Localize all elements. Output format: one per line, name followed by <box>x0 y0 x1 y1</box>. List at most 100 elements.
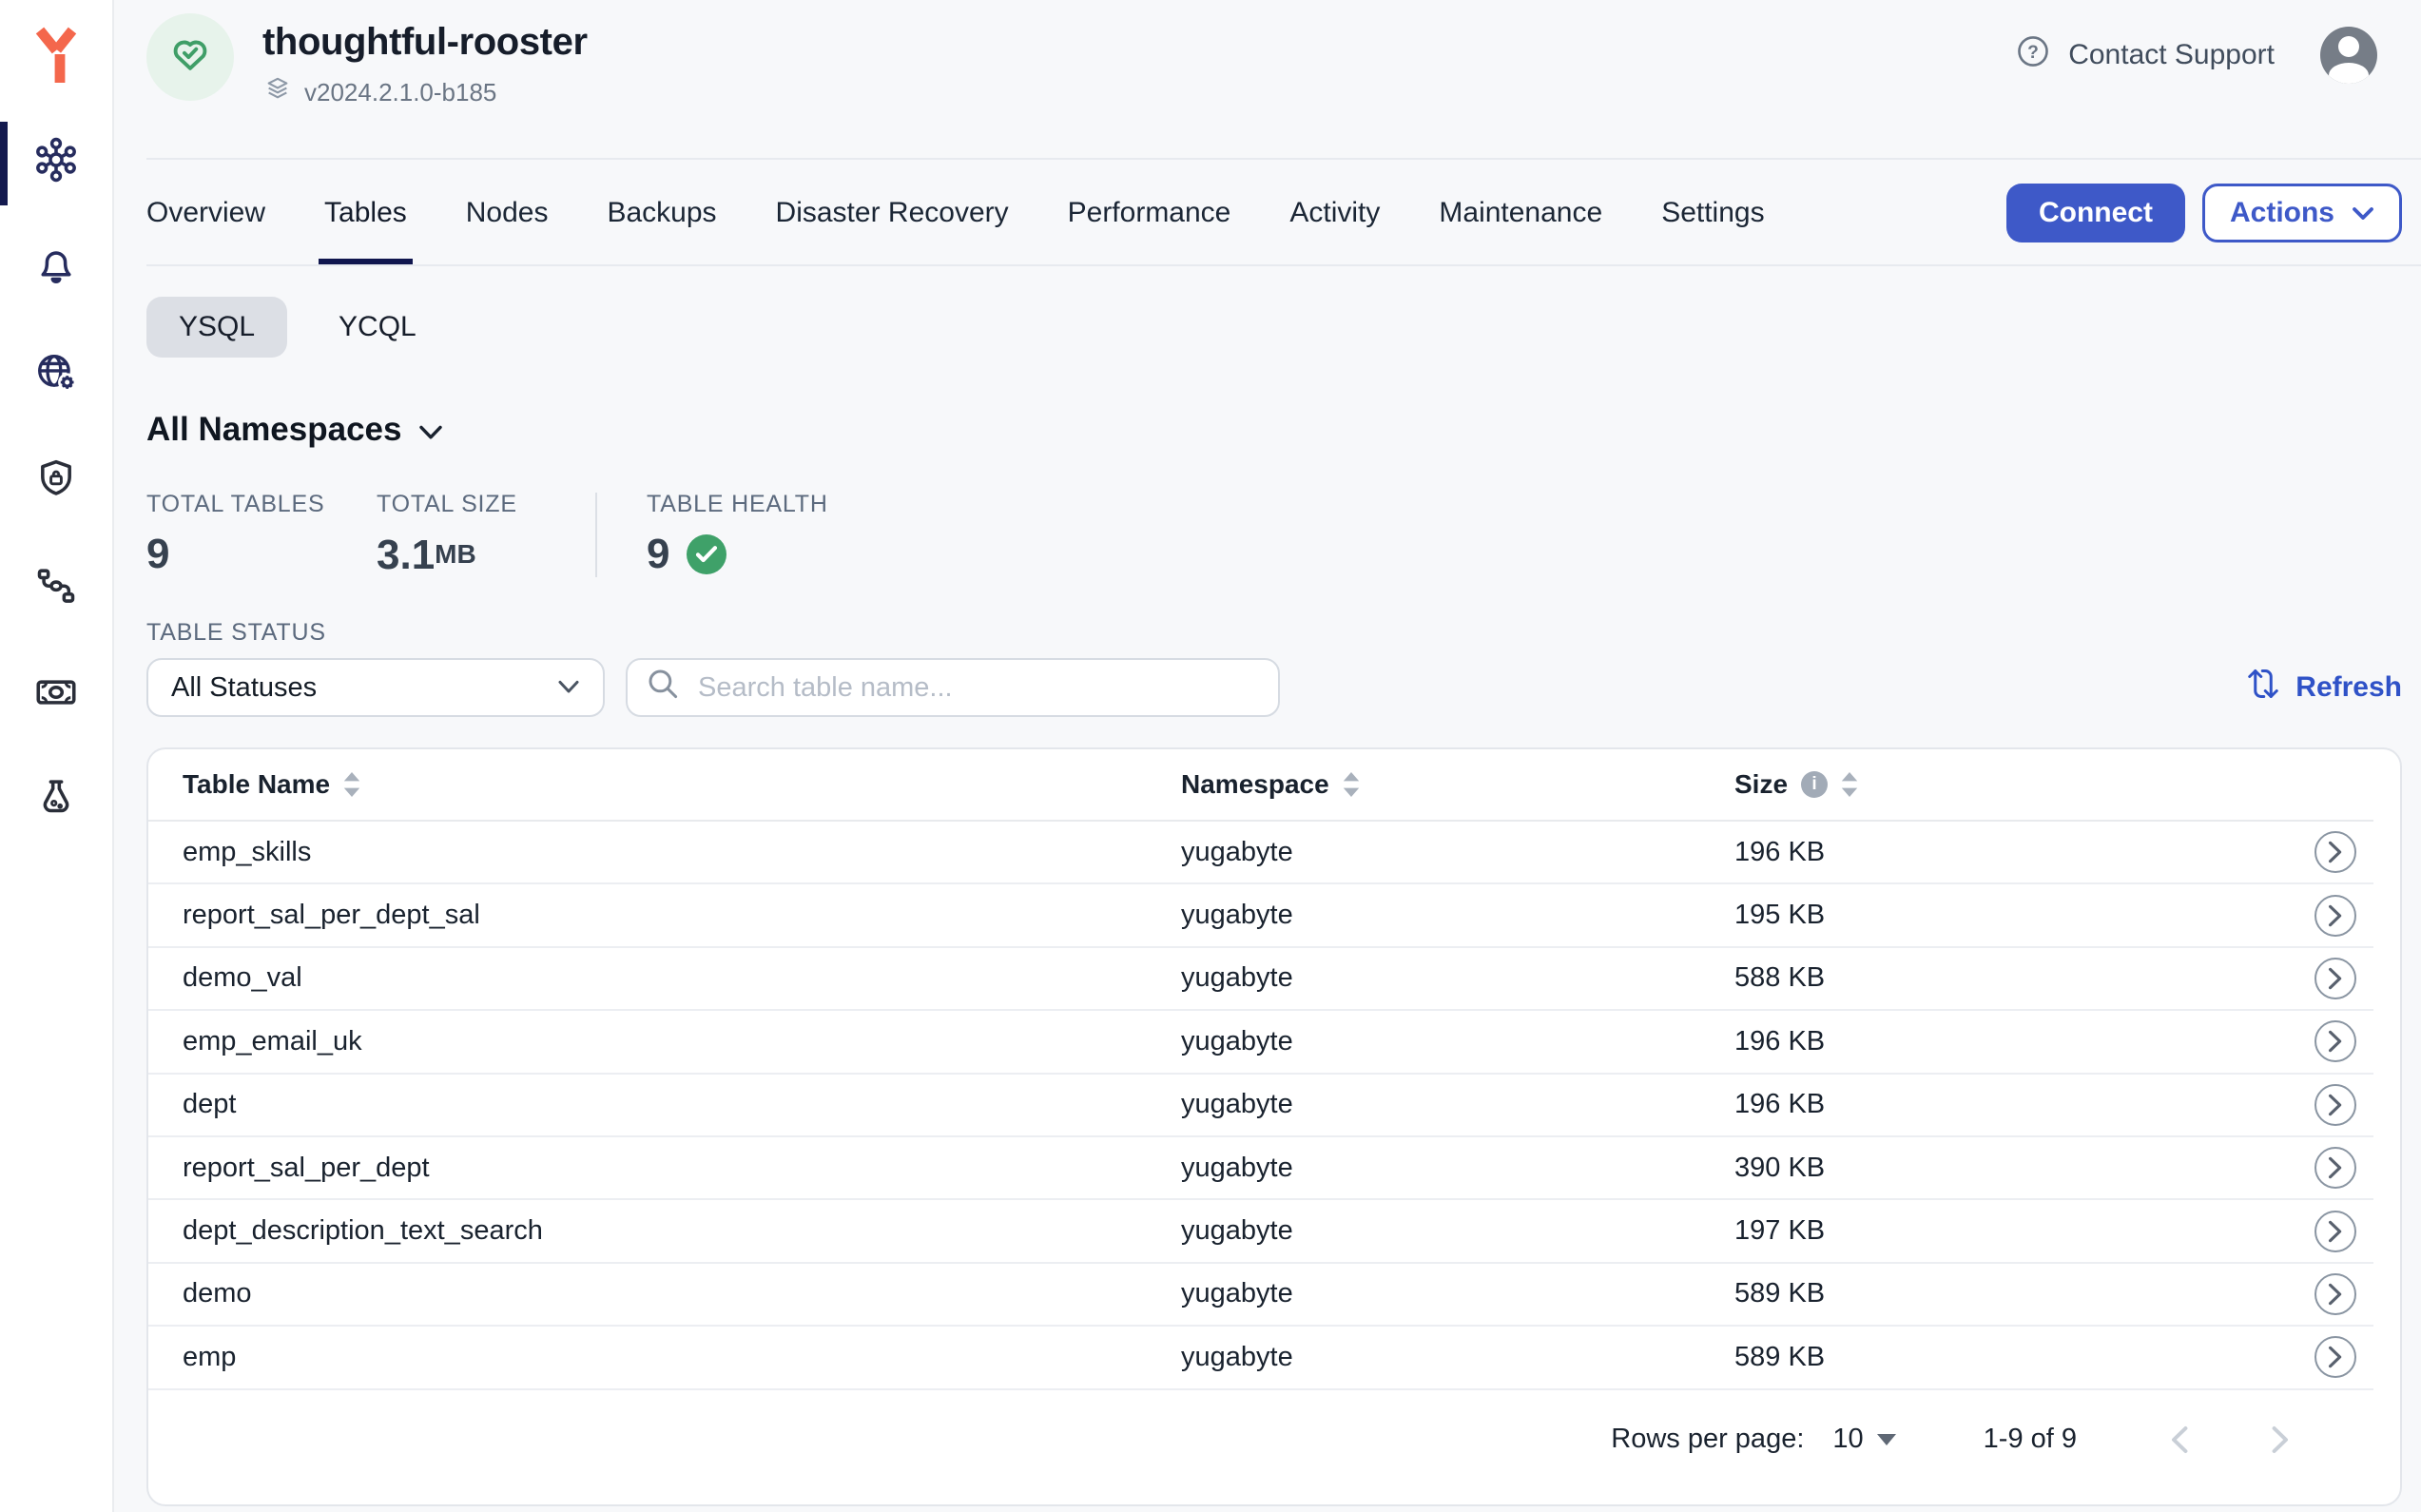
stat-total-tables: TOTAL TABLES 9 <box>146 491 377 579</box>
row-details-button[interactable] <box>2314 1084 2356 1126</box>
yugabyte-logo-icon[interactable] <box>31 27 81 93</box>
info-icon[interactable]: i <box>1801 771 1828 798</box>
table-row[interactable]: dept yugabyte 196 KB <box>148 1075 2373 1137</box>
namespace-filter-label: All Namespaces <box>146 411 401 449</box>
rows-per-page-select[interactable]: 10 <box>1832 1424 1895 1455</box>
stat-table-health: TABLE HEALTH 9 <box>597 491 828 579</box>
table-row[interactable]: emp_skills yugabyte 196 KB <box>148 822 2373 884</box>
table-row[interactable]: report_sal_per_dept yugabyte 390 KB <box>148 1137 2373 1200</box>
refresh-button[interactable]: Refresh <box>2246 667 2402 708</box>
api-toggle-ysql[interactable]: YSQL <box>146 297 287 358</box>
pagination-range: 1-9 of 9 <box>1984 1424 2077 1455</box>
sidebar-item-cloud-config[interactable] <box>0 335 112 418</box>
sidebar-nav <box>0 122 112 867</box>
sidebar-item-integrations[interactable] <box>0 548 112 631</box>
main-panel: thoughtful-rooster v2024.2.1.0-b185 <box>114 0 2421 1512</box>
table-body: emp_skills yugabyte 196 KB report_sal_pe… <box>148 822 2373 1390</box>
next-page-button[interactable] <box>2261 1416 2299 1464</box>
banknote-icon <box>32 669 80 724</box>
tab-tables[interactable]: Tables <box>324 160 407 266</box>
sort-icon[interactable] <box>1841 772 1858 797</box>
namespace-filter[interactable]: All Namespaces <box>146 411 443 449</box>
topbar-right: ? Contact Support <box>2013 13 2377 84</box>
cluster-hub-icon <box>32 136 80 191</box>
tables-card: Table Name Namespace Size i <box>146 747 2402 1506</box>
sort-icon[interactable] <box>343 772 360 797</box>
sidebar-item-labs[interactable] <box>0 761 112 844</box>
tab-actions: Connect Actions <box>2006 184 2402 242</box>
search-icon <box>647 668 679 708</box>
health-check-icon <box>687 534 726 574</box>
actions-button[interactable]: Actions <box>2202 184 2402 242</box>
cluster-tabs: Overview Tables Nodes Backups Disaster Recov… <box>146 160 1765 266</box>
connect-button[interactable]: Connect <box>2006 184 2185 242</box>
api-toggle: YSQL YCQL <box>146 297 2402 358</box>
tab-backups[interactable]: Backups <box>607 160 716 266</box>
cluster-tabbar: Overview Tables Nodes Backups Disaster Recov… <box>114 160 2421 266</box>
sidebar-item-billing[interactable] <box>0 654 112 738</box>
avatar-person-icon <box>2338 36 2359 57</box>
svg-text:?: ? <box>2027 43 2039 63</box>
tab-maintenance[interactable]: Maintenance <box>1439 160 1602 266</box>
contact-support-link[interactable]: ? Contact Support <box>2013 31 2275 79</box>
table-row[interactable]: demo_val yugabyte 588 KB <box>148 948 2373 1011</box>
row-details-button[interactable] <box>2314 958 2356 999</box>
cluster-version: v2024.2.1.0-b185 <box>262 74 588 111</box>
layers-icon <box>262 74 293 111</box>
table-status-select[interactable]: All Statuses <box>146 658 605 717</box>
cluster-titles: thoughtful-rooster v2024.2.1.0-b185 <box>262 13 588 111</box>
sidebar <box>0 0 114 1512</box>
row-details-button[interactable] <box>2314 831 2356 873</box>
row-details-button[interactable] <box>2314 1147 2356 1189</box>
previous-page-button[interactable] <box>2160 1416 2198 1464</box>
stat-total-size: TOTAL SIZE 3.1MB <box>377 491 595 579</box>
column-header-namespace[interactable]: Namespace <box>1181 769 1734 800</box>
tab-nodes[interactable]: Nodes <box>466 160 549 266</box>
column-header-size[interactable]: Size i <box>1734 769 2244 800</box>
pipeline-icon <box>32 562 80 617</box>
sidebar-item-security[interactable] <box>0 441 112 525</box>
table-row[interactable]: emp_email_uk yugabyte 196 KB <box>148 1011 2373 1074</box>
chevron-down-icon <box>418 411 443 449</box>
cluster-header: thoughtful-rooster v2024.2.1.0-b185 <box>114 0 2421 160</box>
globe-gear-icon <box>32 349 80 404</box>
contact-support-label: Contact Support <box>2068 39 2275 71</box>
table-row[interactable]: demo yugabyte 589 KB <box>148 1264 2373 1327</box>
table-row[interactable]: dept_description_text_search yugabyte 19… <box>148 1200 2373 1263</box>
table-status-label: TABLE STATUS <box>146 619 2402 647</box>
table-row[interactable]: emp yugabyte 589 KB <box>148 1327 2373 1389</box>
row-details-button[interactable] <box>2314 1211 2356 1252</box>
table-row[interactable]: report_sal_per_dept_sal yugabyte 195 KB <box>148 884 2373 947</box>
bell-icon <box>32 242 80 298</box>
tables-content: YSQL YCQL All Namespaces TOTAL TABLES 9 … <box>114 266 2421 1512</box>
sidebar-item-clusters[interactable] <box>0 122 112 205</box>
tab-performance[interactable]: Performance <box>1068 160 1231 266</box>
version-text: v2024.2.1.0-b185 <box>304 78 496 107</box>
api-toggle-ycql[interactable]: YCQL <box>306 297 449 358</box>
refresh-icon <box>2246 667 2280 708</box>
tab-activity[interactable]: Activity <box>1289 160 1380 266</box>
row-details-button[interactable] <box>2314 1336 2356 1378</box>
search-box <box>626 658 1280 717</box>
search-input[interactable] <box>694 670 1259 706</box>
user-avatar[interactable] <box>2320 27 2377 84</box>
filter-row: All Statuses <box>146 658 2402 717</box>
chevron-down-icon <box>557 680 580 695</box>
tab-overview[interactable]: Overview <box>146 160 265 266</box>
pagination: Rows per page: 10 1-9 of 9 <box>148 1390 2400 1504</box>
table-header-row: Table Name Namespace Size i <box>148 749 2373 822</box>
flask-icon <box>32 775 80 830</box>
rows-per-page-label: Rows per page: <box>1611 1424 1804 1455</box>
caret-down-icon <box>1877 1434 1896 1445</box>
tab-settings[interactable]: Settings <box>1661 160 1764 266</box>
row-details-button[interactable] <box>2314 895 2356 937</box>
chevron-down-icon <box>2352 197 2374 229</box>
tab-disaster-recovery[interactable]: Disaster Recovery <box>776 160 1009 266</box>
row-details-button[interactable] <box>2314 1020 2356 1062</box>
shield-lock-icon <box>32 456 80 511</box>
row-details-button[interactable] <box>2314 1273 2356 1315</box>
sort-icon[interactable] <box>1343 772 1360 797</box>
sidebar-item-alerts[interactable] <box>0 228 112 312</box>
cluster-name: thoughtful-rooster <box>262 19 588 65</box>
column-header-table-name[interactable]: Table Name <box>148 769 1181 800</box>
